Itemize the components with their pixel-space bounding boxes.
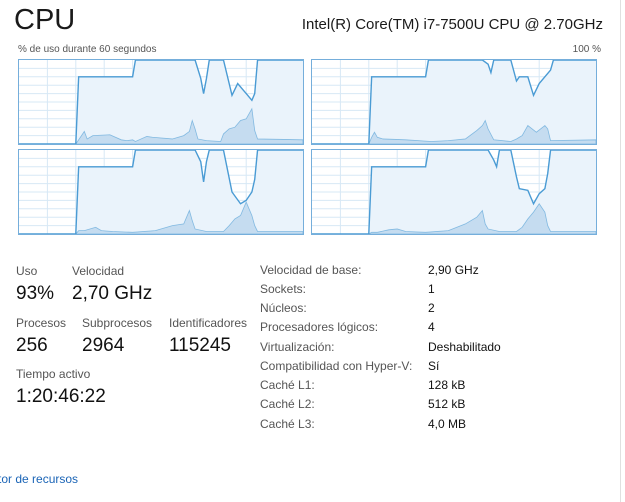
speed-value: 2,70 GHz: [72, 283, 153, 304]
graph-caption: % de uso durante 60 segundos: [18, 44, 157, 55]
prop-value-cache-l2: 512 kB: [428, 397, 466, 411]
prop-value-cache-l1: 128 kB: [428, 378, 466, 392]
usage-label: Uso: [16, 264, 38, 278]
prop-value-virtualization: Deshabilitado: [428, 340, 501, 354]
cpu-graph-core-0: [18, 59, 304, 145]
cpu-model-name: Intel(R) Core(TM) i7-7500U CPU @ 2.70GHz: [301, 16, 603, 33]
prop-label-hyper-v: Compatibilidad con Hyper-V:: [260, 359, 413, 373]
prop-value-cache-l3: 4,0 MB: [428, 417, 467, 431]
prop-label-cache-l1: Caché L1:: [260, 378, 315, 392]
prop-label-cores: Núcleos:: [260, 301, 307, 315]
speed-label: Velocidad: [72, 264, 125, 278]
prop-value-logical-processors: 4: [428, 320, 435, 334]
threads-value: 2964: [82, 335, 125, 356]
handles-label: Identificadores: [169, 316, 248, 330]
window-edge-divider: [620, 0, 621, 502]
processes-label: Procesos: [16, 316, 67, 330]
prop-label-sockets: Sockets:: [260, 282, 307, 296]
graph-max-label: 100 %: [572, 44, 601, 55]
resource-monitor-link[interactable]: tor de recursos: [0, 472, 78, 486]
prop-value-hyper-v: Sí: [428, 359, 440, 373]
prop-label-cache-l3: Caché L3:: [260, 417, 315, 431]
uptime-value: 1:20:46:22: [16, 386, 106, 407]
cpu-graph-core-3: [311, 149, 597, 235]
prop-label-virtualization: Virtualización:: [260, 340, 335, 354]
cpu-graph-core-1: [311, 59, 597, 145]
processes-value: 256: [16, 335, 48, 356]
prop-label-logical-processors: Procesadores lógicos:: [260, 320, 379, 334]
handles-value: 115245: [169, 335, 231, 356]
uptime-label: Tiempo activo: [16, 367, 91, 381]
prop-label-cache-l2: Caché L2:: [260, 397, 315, 411]
page-title: CPU: [14, 4, 76, 36]
prop-value-cores: 2: [428, 301, 435, 315]
prop-value-base-speed: 2,90 GHz: [428, 263, 479, 277]
cpu-graph-core-2: [18, 149, 304, 235]
threads-label: Subprocesos: [82, 316, 153, 330]
prop-label-base-speed: Velocidad de base:: [260, 263, 362, 277]
prop-value-sockets: 1: [428, 282, 435, 296]
usage-value: 93%: [16, 283, 55, 304]
